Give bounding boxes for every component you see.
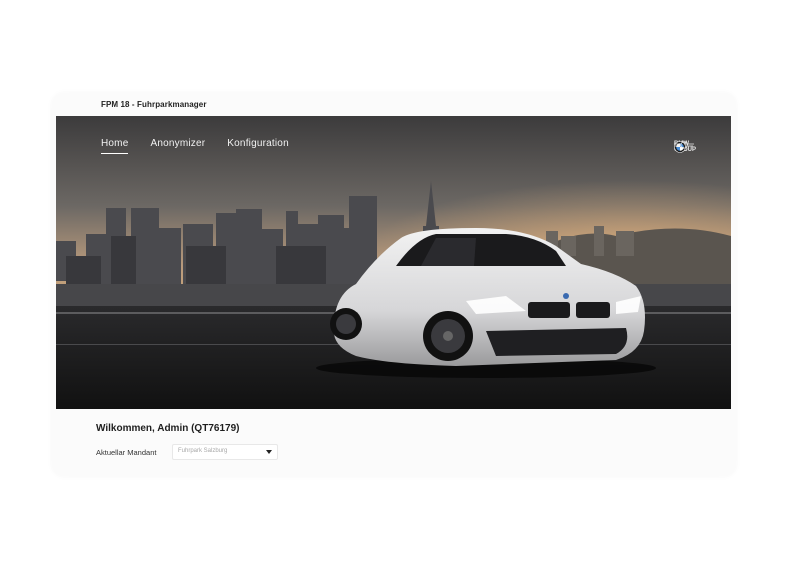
app-card: FPM 18 - Fuhrparkmanager Home Anonymizer… bbox=[52, 93, 736, 476]
app-title: FPM 18 - Fuhrparkmanager bbox=[101, 100, 207, 109]
main-nav: Home Anonymizer Konfiguration bbox=[101, 138, 289, 154]
chevron-down-icon bbox=[266, 450, 272, 454]
mandant-selected-value: Fuhrpark Salzburg bbox=[178, 448, 228, 454]
hero-banner: Home Anonymizer Konfiguration BMW GROUP bbox=[56, 116, 731, 409]
nav-item-anonymizer[interactable]: Anonymizer bbox=[150, 138, 205, 154]
mandant-select[interactable]: Fuhrpark Salzburg bbox=[172, 444, 278, 460]
brand-logos: BMW GROUP bbox=[674, 141, 701, 153]
nav-item-konfiguration[interactable]: Konfiguration bbox=[227, 138, 289, 154]
nav-item-home[interactable]: Home bbox=[101, 138, 129, 154]
mini-logo-icon bbox=[674, 141, 694, 149]
mandant-label: Aktuellar Mandant bbox=[96, 448, 157, 457]
hero-image bbox=[56, 116, 731, 409]
welcome-heading: Wilkommen, Admin (QT76179) bbox=[96, 423, 240, 434]
